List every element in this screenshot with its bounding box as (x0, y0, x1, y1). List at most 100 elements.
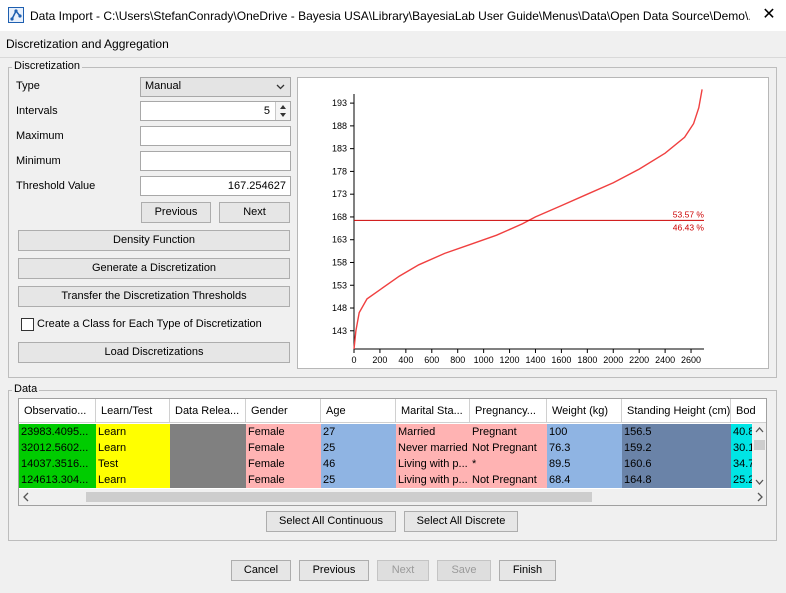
table-cell[interactable]: Female (246, 472, 321, 488)
maximum-label: Maximum (16, 130, 64, 142)
above-percent-label: 53.57 % (673, 209, 705, 219)
table-cell[interactable]: Never married (396, 440, 470, 456)
column-header[interactable]: Standing Height (cm) (622, 399, 731, 423)
table-cell[interactable] (170, 440, 246, 456)
app-icon (8, 7, 24, 23)
x-tick-label: 1800 (577, 355, 597, 365)
table-cell[interactable]: Married (396, 424, 470, 440)
table-cell[interactable]: Learn (96, 472, 170, 488)
table-cell[interactable]: 159.2 (622, 440, 731, 456)
table-cell[interactable]: Female (246, 424, 321, 440)
table-cell[interactable]: 25 (321, 440, 396, 456)
x-tick-label: 400 (398, 355, 413, 365)
y-tick-label: 193 (332, 98, 347, 108)
x-tick-label: 1600 (551, 355, 571, 365)
y-tick-label: 188 (332, 121, 347, 131)
x-tick-label: 2600 (681, 355, 701, 365)
maximum-field[interactable] (140, 126, 291, 146)
y-tick-label: 168 (332, 212, 347, 222)
cancel-button[interactable]: Cancel (231, 560, 291, 581)
threshold-field[interactable]: 167.254627 (140, 176, 291, 196)
table-cell[interactable] (170, 456, 246, 472)
create-class-label: Create a Class for Each Type of Discreti… (37, 318, 262, 330)
transfer-thresholds-button[interactable]: Transfer the Discretization Thresholds (18, 286, 290, 307)
x-tick-label: 1400 (525, 355, 545, 365)
column-header[interactable]: Gender (246, 399, 321, 423)
table-cell[interactable]: 160.6 (622, 456, 731, 472)
select-all-continuous-button[interactable]: Select All Continuous (266, 511, 396, 532)
type-select[interactable]: Manual (140, 77, 291, 97)
close-icon[interactable]: ✕ (752, 0, 786, 31)
y-tick-label: 153 (332, 280, 347, 290)
distribution-chart[interactable]: 143 148 153 158 163 168 173 178 183 188 193 0 200 400… (297, 77, 769, 369)
table-cell[interactable]: 100 (547, 424, 622, 440)
table-cell[interactable]: Learn (96, 440, 170, 456)
column-header[interactable]: Marital Sta... (396, 399, 470, 423)
previous-button[interactable]: Previous (299, 560, 369, 581)
table-cell[interactable]: 27 (321, 424, 396, 440)
x-tick-label: 0 (351, 355, 356, 365)
table-cell[interactable]: Learn (96, 424, 170, 440)
x-tick-label: 200 (372, 355, 387, 365)
generate-discretization-button[interactable]: Generate a Discretization (18, 258, 290, 279)
table-cell[interactable]: Living with p... (396, 472, 470, 488)
data-table[interactable]: Observatio... Learn/Test Data Relea... Gend… (18, 398, 767, 506)
table-cell[interactable]: 68.4 (547, 472, 622, 488)
table-cell[interactable]: Female (246, 456, 321, 472)
table-cell[interactable]: 164.8 (622, 472, 731, 488)
horizontal-scrollbar[interactable] (19, 489, 766, 505)
column-header[interactable]: Weight (kg) (547, 399, 622, 423)
type-value: Manual (145, 80, 182, 92)
table-cell[interactable]: Test (96, 456, 170, 472)
table-cell[interactable]: 89.5 (547, 456, 622, 472)
intervals-label: Intervals (16, 105, 58, 117)
create-class-checkbox[interactable] (21, 318, 34, 331)
table-cell[interactable]: Living with p... (396, 456, 470, 472)
table-cell[interactable] (170, 424, 246, 440)
table-cell[interactable]: 46 (321, 456, 396, 472)
table-cell[interactable]: Pregnant (470, 424, 547, 440)
table-cell[interactable]: 76.3 (547, 440, 622, 456)
column-header[interactable]: Learn/Test (96, 399, 170, 423)
threshold-next-button[interactable]: Next (219, 202, 290, 223)
table-cell[interactable]: 25 (321, 472, 396, 488)
load-discretizations-button[interactable]: Load Discretizations (18, 342, 290, 363)
table-cell[interactable]: Female (246, 440, 321, 456)
minimum-field[interactable] (140, 151, 291, 171)
chart-svg: 143 148 153 158 163 168 173 178 183 188 193 0 200 400… (332, 89, 705, 365)
table-cell[interactable]: * (470, 456, 547, 472)
table-cell[interactable]: 156.5 (622, 424, 731, 440)
vertical-scrollbar[interactable] (752, 423, 766, 489)
column-header[interactable]: Pregnancy... (470, 399, 547, 423)
column-header[interactable]: Observatio... (19, 399, 96, 423)
threshold-previous-button[interactable]: Previous (141, 202, 211, 223)
finish-button[interactable]: Finish (499, 560, 556, 581)
save-button[interactable]: Save (437, 560, 491, 581)
divider (0, 57, 786, 58)
select-all-discrete-button[interactable]: Select All Discrete (404, 511, 518, 532)
density-function-button[interactable]: Density Function (18, 230, 290, 251)
spinner-arrows[interactable] (275, 102, 290, 120)
table-cell[interactable] (170, 472, 246, 488)
table-cell[interactable]: 124613.304... (19, 472, 96, 488)
step-title: Discretization and Aggregation (6, 37, 169, 51)
next-button[interactable]: Next (377, 560, 429, 581)
x-tick-label: 2200 (629, 355, 649, 365)
column-header[interactable]: Age (321, 399, 396, 423)
table-cell[interactable]: 14037.3516... (19, 456, 96, 472)
table-cell[interactable]: Not Pregnant (470, 440, 547, 456)
y-tick-label: 163 (332, 235, 347, 245)
x-tick-label: 2000 (603, 355, 623, 365)
spinner-up-down-icon (280, 105, 286, 117)
table-cell[interactable]: 23983.4095... (19, 424, 96, 440)
column-header[interactable]: Data Relea... (170, 399, 246, 423)
intervals-spinner[interactable]: 5 (140, 101, 291, 121)
table-cell[interactable]: Not Pregnant (470, 472, 547, 488)
y-tick-label: 148 (332, 303, 347, 313)
y-tick-label: 158 (332, 257, 347, 267)
table-cell[interactable]: 32012.5602... (19, 440, 96, 456)
series-line (353, 89, 703, 350)
column-header[interactable]: Bod (731, 399, 766, 423)
y-tick-label: 183 (332, 144, 347, 154)
threshold-label: Threshold Value (16, 180, 96, 192)
